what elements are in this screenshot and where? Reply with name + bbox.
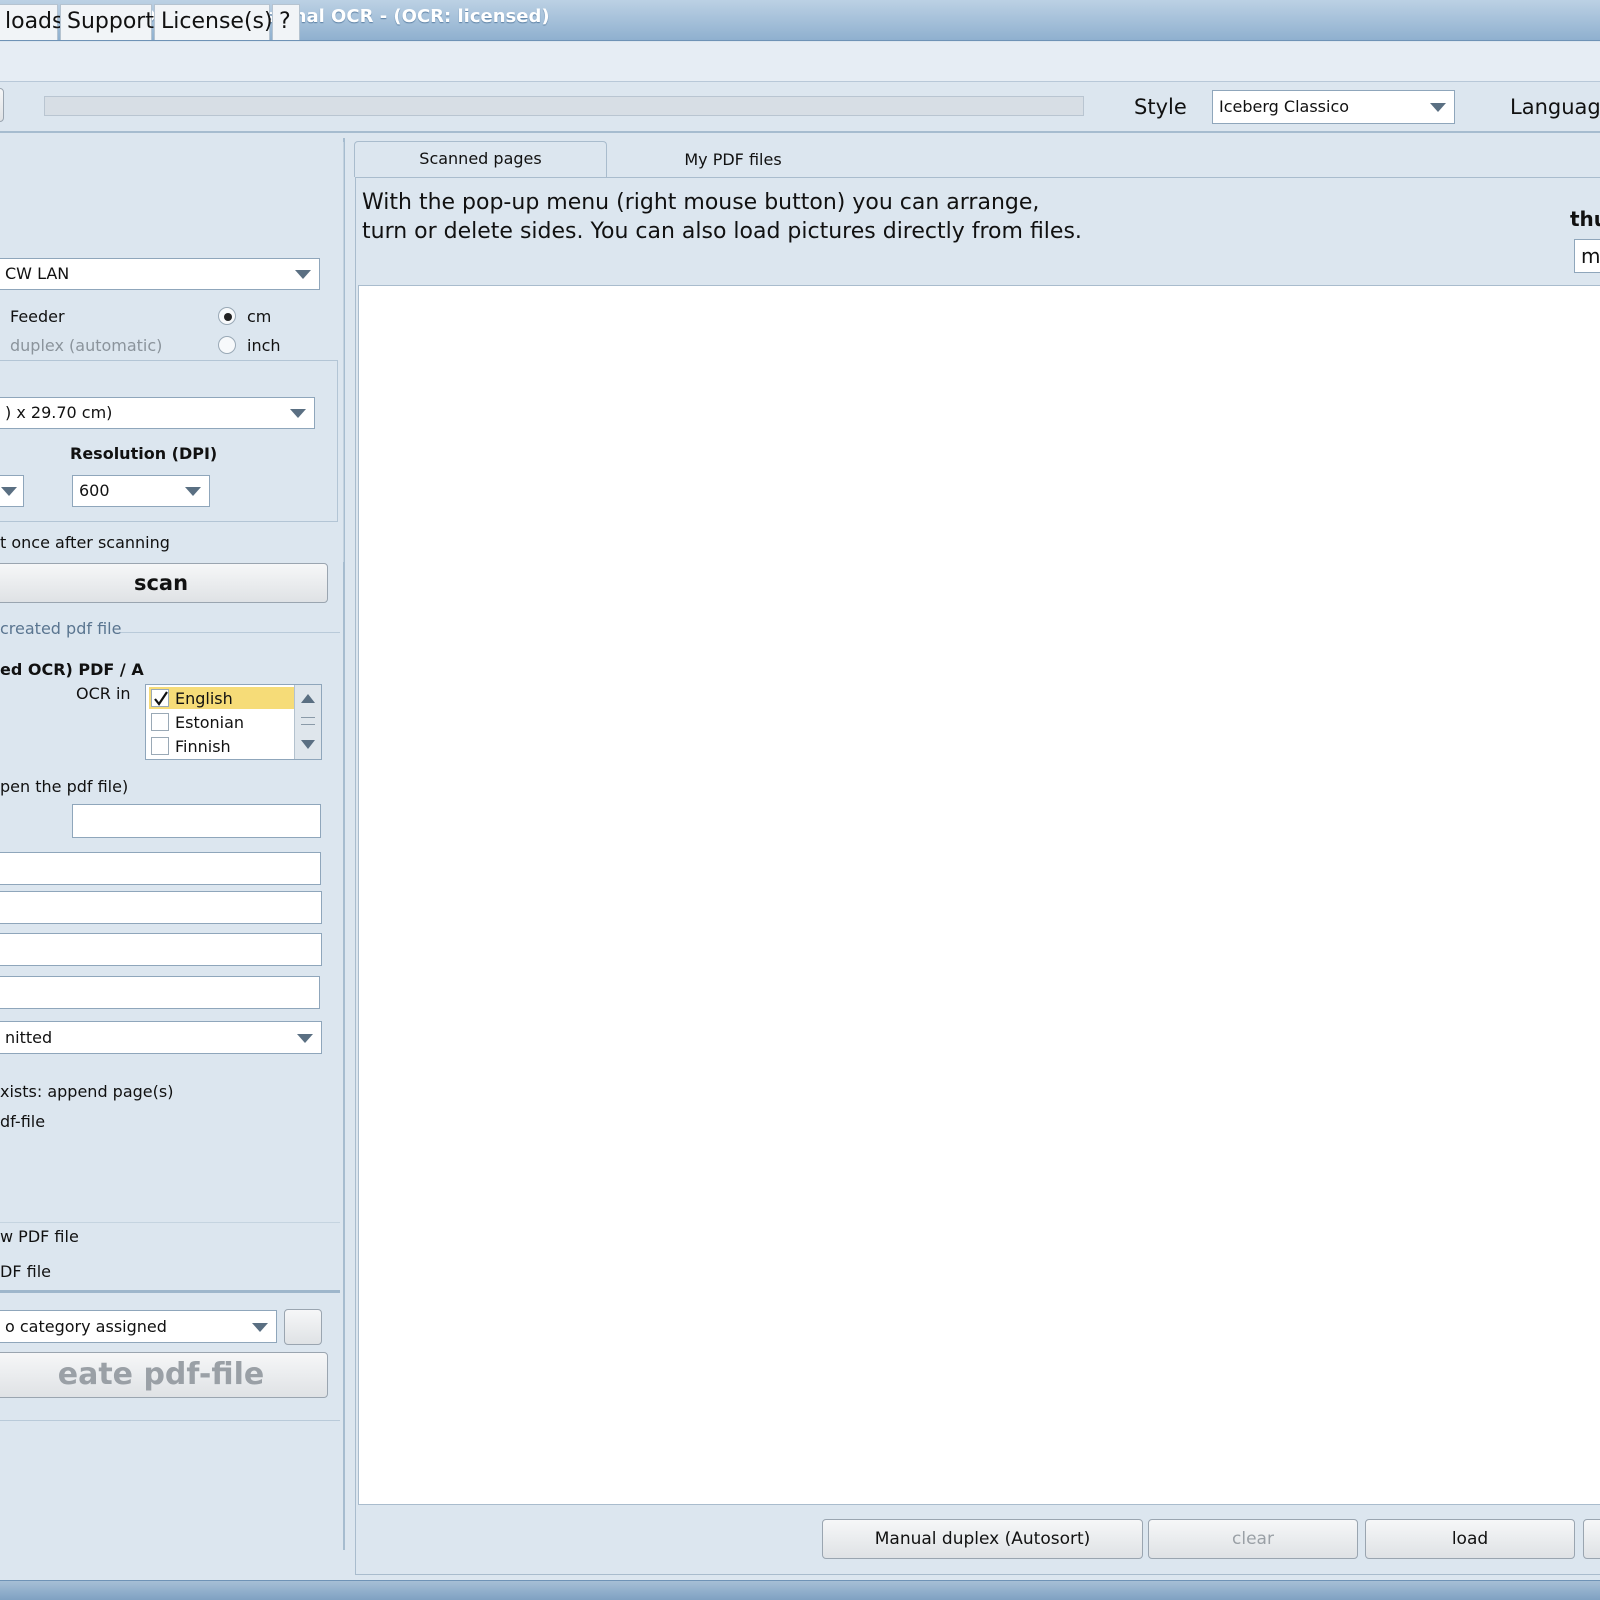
permissions-select[interactable]: nitted — [0, 1021, 322, 1054]
divider — [0, 1420, 340, 1421]
language-english[interactable]: English — [175, 689, 233, 708]
scroll-up-icon[interactable] — [301, 694, 315, 703]
load-button[interactable]: load — [1365, 1519, 1575, 1559]
language-checkbox-english[interactable] — [151, 689, 169, 707]
menu-downloads[interactable]: loads — [0, 4, 63, 40]
info-line-2: turn or delete sides. You can also load … — [362, 219, 1082, 244]
toolbar-left-button[interactable] — [0, 88, 4, 122]
scanned-pages-canvas[interactable] — [358, 285, 1600, 1505]
unit-inch-radio[interactable] — [218, 336, 236, 354]
tab-my-pdf-files[interactable]: My PDF files — [608, 143, 858, 179]
list-scrollbar[interactable] — [294, 685, 321, 759]
chevron-down-icon — [252, 1323, 268, 1332]
ocr-type-label[interactable]: ed OCR) PDF / A — [0, 660, 144, 679]
language-estonian[interactable]: Estonian — [175, 713, 244, 732]
chevron-down-icon — [185, 487, 201, 496]
language-checkbox-estonian[interactable] — [151, 713, 169, 731]
scanner-device-value: CW LAN — [5, 264, 70, 283]
new-pdf-label[interactable]: w PDF file — [0, 1227, 79, 1246]
divider — [0, 1290, 340, 1293]
duplex-label: duplex (automatic) — [10, 336, 163, 355]
category-edit-button[interactable] — [284, 1309, 322, 1345]
paper-size-select[interactable]: ) x 29.70 cm) — [0, 397, 315, 429]
ocr-language-list[interactable]: English Estonian Finnish — [145, 684, 322, 760]
menu-help[interactable]: ? — [272, 4, 300, 40]
file-exists-label[interactable]: xists: append page(s) — [0, 1082, 173, 1101]
menu-support[interactable]: Support — [60, 4, 154, 40]
progress-bar — [44, 96, 1084, 116]
style-select[interactable]: Iceberg Classico — [1212, 90, 1455, 124]
clear-button[interactable]: clear — [1148, 1519, 1358, 1559]
resolution-value: 600 — [79, 481, 110, 500]
pdf-section-label: created pdf file — [0, 619, 122, 638]
feeder-label[interactable]: Feeder — [10, 307, 65, 326]
create-pdf-button[interactable]: eate pdf-file — [0, 1352, 328, 1398]
paper-size-value: ) x 29.70 cm) — [5, 403, 113, 422]
chevron-down-icon — [297, 1034, 313, 1043]
manual-duplex-button[interactable]: Manual duplex (Autosort) — [822, 1519, 1143, 1559]
chevron-down-icon — [295, 270, 311, 279]
after-scan-label[interactable]: t once after scanning — [0, 533, 170, 552]
unit-cm-label: cm — [247, 307, 272, 326]
scan-button[interactable]: scan — [0, 563, 328, 603]
pdf-file-label[interactable]: DF file — [0, 1262, 51, 1281]
menu-licenses[interactable]: License(s) — [154, 4, 273, 40]
resolution-select[interactable]: 600 — [72, 475, 210, 507]
language-label: Language — [1510, 95, 1600, 119]
thumbnail-size-select[interactable]: m — [1574, 239, 1600, 273]
language-finnish[interactable]: Finnish — [175, 737, 231, 756]
section-divider — [120, 632, 340, 633]
chevron-down-icon — [290, 409, 306, 418]
tab-scanned-pages[interactable]: Scanned pages — [354, 141, 607, 177]
ocr-in-label: OCR in — [76, 684, 131, 703]
language-checkbox-finnish[interactable] — [151, 737, 169, 755]
menu-bar — [0, 42, 1600, 82]
check-icon — [154, 691, 168, 706]
category-select[interactable]: o category assigned — [0, 1310, 277, 1343]
divider — [0, 1222, 340, 1223]
password-field[interactable] — [72, 804, 321, 838]
author-field[interactable] — [0, 933, 322, 966]
open-pdf-label[interactable]: pen the pdf file) — [0, 777, 128, 796]
resolution-label: Resolution (DPI) — [70, 444, 218, 463]
extra-button[interactable] — [1583, 1519, 1600, 1559]
pdf-file-option-label[interactable]: df-file — [0, 1112, 45, 1131]
chevron-down-icon — [1430, 103, 1446, 112]
thumbnail-label: thu — [1570, 207, 1600, 231]
title-field[interactable] — [0, 852, 321, 885]
keywords-field[interactable] — [0, 976, 320, 1009]
style-select-value: Iceberg Classico — [1219, 97, 1350, 116]
style-label: Style — [1134, 95, 1187, 119]
scanner-device-select[interactable]: CW LAN — [0, 258, 320, 290]
scroll-grip-icon[interactable] — [301, 717, 315, 725]
permissions-value: nitted — [5, 1028, 53, 1047]
status-bar — [0, 1580, 1600, 1600]
category-value: o category assigned — [5, 1317, 167, 1336]
unit-cm-radio[interactable] — [218, 307, 236, 325]
scroll-down-icon[interactable] — [301, 740, 315, 749]
subject-field[interactable] — [0, 891, 322, 924]
info-line-1: With the pop-up menu (right mouse button… — [362, 190, 1040, 215]
unit-inch-label: inch — [247, 336, 281, 355]
color-mode-select[interactable] — [0, 475, 24, 507]
chevron-down-icon — [1, 487, 17, 496]
